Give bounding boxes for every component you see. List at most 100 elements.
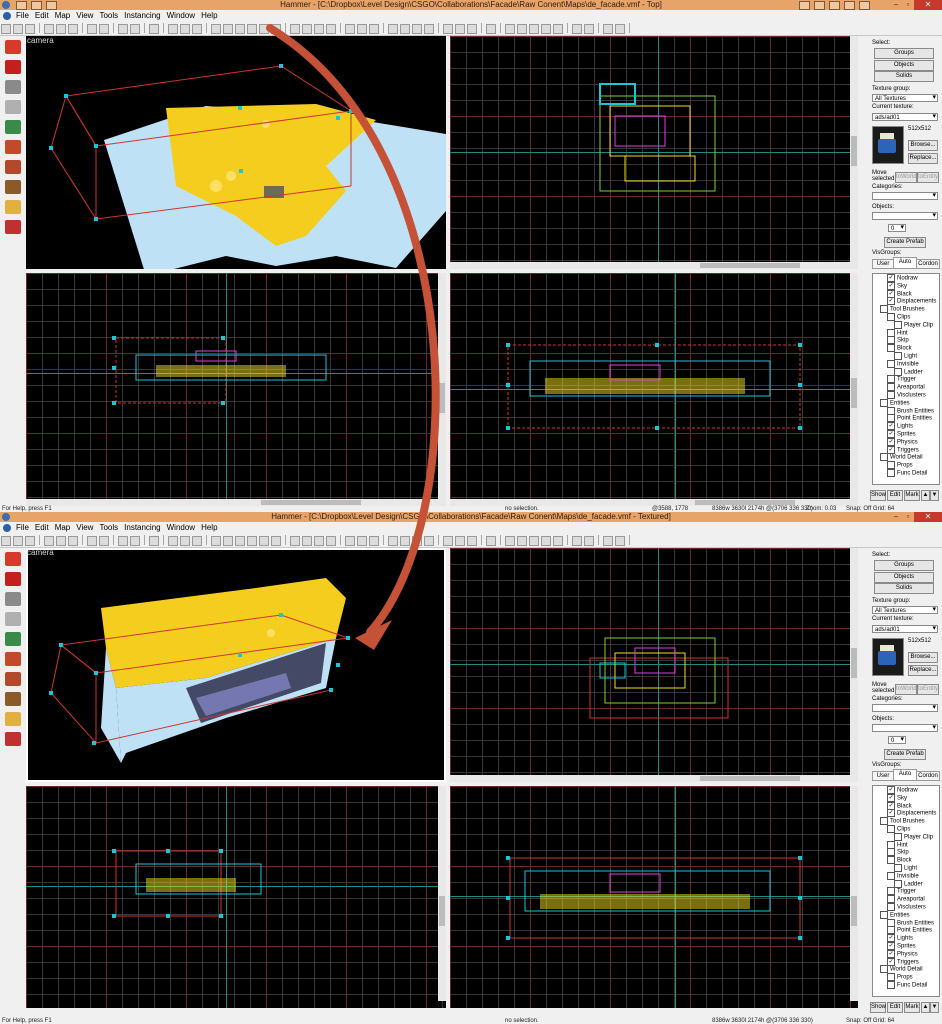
toolbar-button[interactable] — [412, 24, 422, 34]
vertical-scrollbar[interactable] — [850, 36, 858, 262]
toolbar-button[interactable] — [290, 24, 300, 34]
toolbar-button[interactable] — [326, 24, 336, 34]
menu-help[interactable]: Help — [198, 10, 220, 22]
visgroup-checkbox[interactable]: ✓ — [887, 274, 895, 282]
toolbar-button[interactable] — [505, 24, 515, 34]
menu-instancing[interactable]: Instancing — [121, 10, 163, 22]
visgroup-item[interactable]: Hint — [873, 840, 939, 849]
toolbar-button[interactable] — [357, 536, 367, 546]
visgroup-item[interactable]: Hint — [873, 328, 939, 337]
close-button[interactable]: ✕ — [914, 0, 942, 10]
visgroup-checkbox[interactable] — [880, 305, 888, 314]
visgroup-checkbox[interactable] — [894, 351, 902, 360]
tab-auto[interactable]: Auto — [893, 769, 917, 781]
visgroup-checkbox[interactable] — [887, 848, 895, 857]
groups-button[interactable]: Groups — [874, 560, 934, 571]
clip-tool-icon[interactable] — [5, 732, 21, 746]
toolbar-button[interactable] — [357, 24, 367, 34]
clip-tool-icon[interactable] — [5, 220, 21, 234]
visgroup-item[interactable]: ✓ Sky — [873, 793, 939, 802]
visgroup-checkbox[interactable] — [887, 461, 895, 470]
toolbar-button[interactable] — [572, 536, 582, 546]
toolbar-button[interactable] — [388, 536, 398, 546]
visgroup-item[interactable]: ✓ Black — [873, 289, 939, 298]
toolbar-button[interactable] — [603, 536, 613, 546]
toolbar-button[interactable] — [615, 24, 625, 34]
magnify-tool-icon[interactable] — [5, 572, 21, 586]
visgroup-checkbox[interactable] — [887, 902, 895, 911]
visgroup-checkbox[interactable] — [887, 359, 895, 368]
visgroup-checkbox[interactable] — [887, 468, 895, 477]
toolbar-button[interactable] — [87, 536, 97, 546]
visgroup-item[interactable]: World Detail — [873, 965, 939, 974]
visgroup-item[interactable]: ✓ Triggers — [873, 445, 939, 454]
visgroup-checkbox[interactable] — [887, 856, 895, 865]
objects-select[interactable] — [872, 724, 938, 732]
visgroup-item[interactable]: Block — [873, 344, 939, 353]
toolbar-button[interactable] — [180, 536, 190, 546]
current-texture-select[interactable]: ads/ad01 — [872, 113, 938, 121]
apply-texture-icon[interactable] — [5, 160, 21, 174]
visgroup-checkbox[interactable] — [887, 840, 895, 849]
horizontal-scrollbar[interactable] — [26, 499, 446, 506]
visgroup-checkbox[interactable] — [887, 328, 895, 337]
toolbar-button[interactable] — [168, 536, 178, 546]
overlay-tool-icon[interactable] — [5, 200, 21, 214]
visgroup-checkbox[interactable] — [887, 383, 895, 392]
toolbar-button[interactable] — [87, 24, 97, 34]
toolbar-button[interactable] — [56, 536, 66, 546]
toolbar-button[interactable] — [314, 24, 324, 34]
menu-view[interactable]: View — [73, 522, 96, 534]
horizontal-scrollbar[interactable] — [450, 499, 858, 506]
toolbar-button[interactable] — [541, 24, 551, 34]
visgroup-item[interactable]: ✓ Displacements — [873, 297, 939, 306]
visgroup-item[interactable]: ✓ Sprites — [873, 429, 939, 438]
menu-file[interactable]: File — [13, 522, 32, 534]
toolbar-button[interactable] — [443, 24, 453, 34]
title-bar[interactable]: Hammer - [C:\Dropbox\Level Design\CSGO\C… — [0, 0, 942, 10]
visgroup-item[interactable]: Entities — [873, 398, 939, 407]
toolbar-button[interactable] — [25, 24, 35, 34]
camera-tool-icon[interactable] — [5, 80, 21, 94]
visgroup-checkbox[interactable] — [887, 918, 895, 927]
browse-button[interactable]: Browse... — [908, 140, 938, 151]
visgroup-item[interactable]: Point Entities — [873, 414, 939, 423]
toolbar-button[interactable] — [486, 24, 496, 34]
toolbar-button[interactable] — [235, 24, 245, 34]
toolbar-button[interactable] — [149, 24, 159, 34]
visgroup-item[interactable]: Entities — [873, 910, 939, 919]
minimize-button[interactable]: – — [890, 0, 902, 10]
tab-cordon[interactable]: Cordon — [916, 259, 940, 269]
visgroup-checkbox[interactable]: ✓ — [887, 941, 895, 950]
entity-tool-icon[interactable] — [5, 612, 21, 626]
texture-thumbnail[interactable] — [872, 638, 904, 676]
toolbar-button[interactable] — [235, 536, 245, 546]
visgroup-item[interactable]: World Detail — [873, 453, 939, 462]
visgroup-item[interactable]: Props — [873, 461, 939, 470]
visgroup-item[interactable]: Point Entities — [873, 926, 939, 935]
move-up-button[interactable]: ▲ — [921, 490, 930, 501]
show-button[interactable]: Show — [870, 1002, 886, 1013]
toolbar-button[interactable] — [13, 536, 23, 546]
visgroup-checkbox[interactable] — [887, 887, 895, 896]
camera-tool-icon[interactable] — [5, 592, 21, 606]
texture-thumbnail[interactable] — [872, 126, 904, 164]
visgroup-checkbox[interactable] — [887, 375, 895, 384]
visgroup-checkbox[interactable] — [880, 910, 888, 919]
front-2d-viewport[interactable] — [26, 786, 446, 1008]
toolbar-button[interactable] — [615, 536, 625, 546]
title-bar[interactable]: Hammer - [C:\Dropbox\Level Design\CSGO\C… — [0, 512, 942, 522]
toolbar-button[interactable] — [259, 536, 269, 546]
block-tool-icon[interactable] — [5, 120, 21, 134]
front-2d-viewport[interactable] — [26, 273, 446, 506]
visgroup-item[interactable]: ✓ Nodraw — [873, 786, 939, 794]
close-button[interactable]: ✕ — [914, 512, 942, 522]
toolbar-button[interactable] — [326, 536, 336, 546]
visgroup-checkbox[interactable] — [887, 980, 895, 989]
visgroup-item[interactable]: Func Detail — [873, 980, 939, 989]
toolbar-button[interactable] — [1, 24, 11, 34]
visgroup-checkbox[interactable] — [887, 414, 895, 423]
toolbar-button[interactable] — [223, 24, 233, 34]
toolbar-button[interactable] — [467, 24, 477, 34]
move-down-button[interactable]: ▼ — [930, 490, 939, 501]
